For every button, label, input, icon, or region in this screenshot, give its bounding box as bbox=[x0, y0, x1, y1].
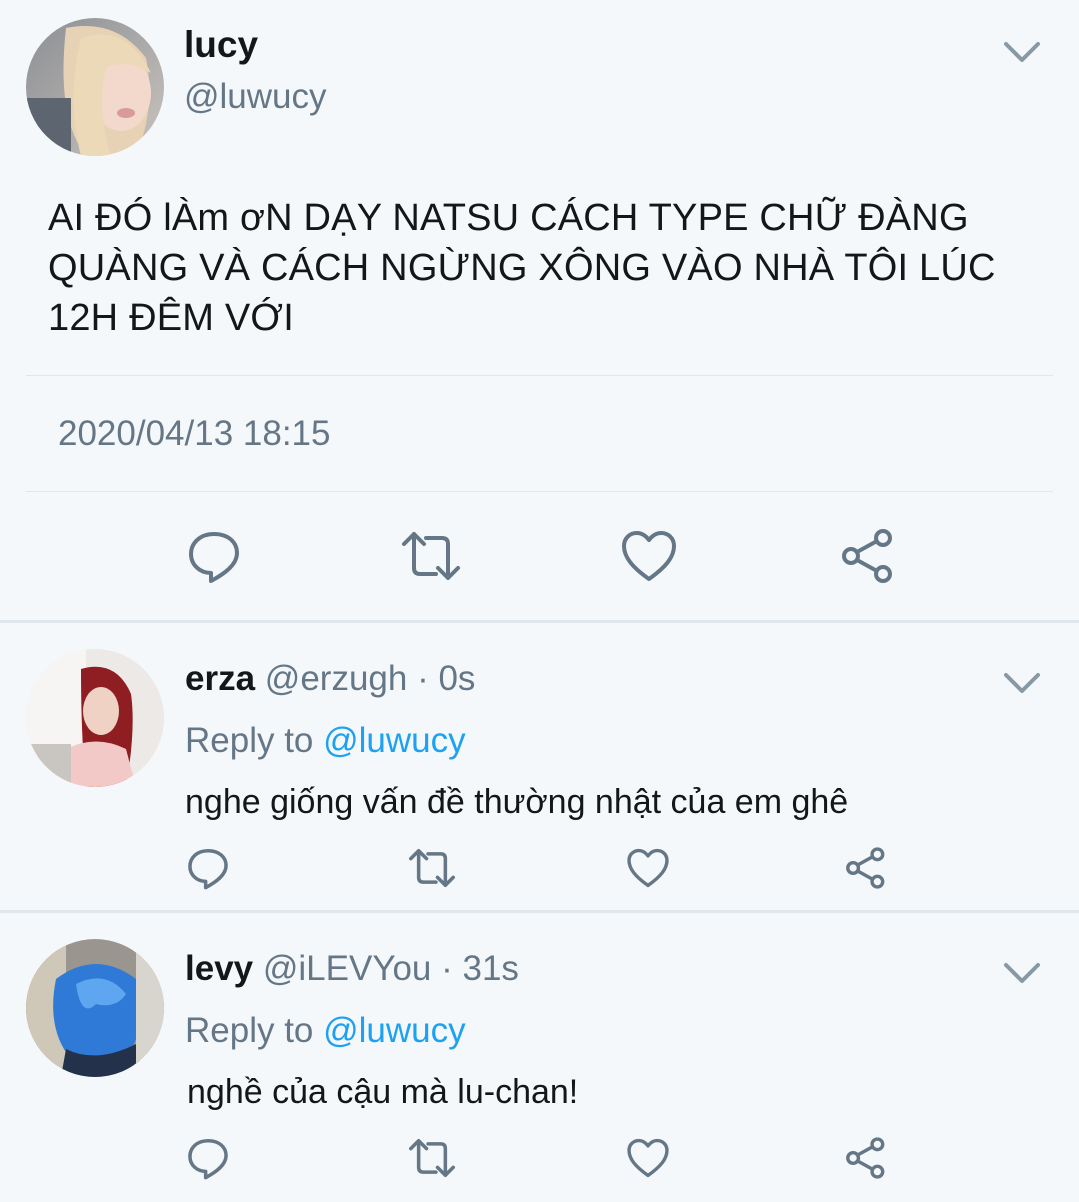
retweet-icon bbox=[402, 532, 460, 580]
reply-to-label: Reply to bbox=[185, 1011, 324, 1050]
reply-tweet[interactable]: erza @erzugh · 0s Reply to @luwucy nghe … bbox=[0, 623, 1079, 910]
reply-header: levy @iLEVYou · 31s bbox=[185, 949, 519, 989]
chevron-down-icon[interactable] bbox=[1002, 32, 1042, 72]
share-button[interactable] bbox=[842, 1135, 890, 1181]
timestamp[interactable]: 2020/04/13 18:15 bbox=[58, 414, 330, 454]
like-button[interactable] bbox=[624, 845, 672, 891]
chevron-down-icon[interactable] bbox=[1002, 663, 1042, 703]
display-name[interactable]: lucy bbox=[184, 24, 258, 66]
handle[interactable]: @erzugh bbox=[265, 659, 408, 698]
like-button[interactable] bbox=[624, 1135, 672, 1181]
heart-icon bbox=[622, 531, 676, 581]
handle[interactable]: @luwucy bbox=[184, 77, 327, 117]
main-tweet: lucy @luwucy AI ĐÓ lÀm ơN DẠY NATSU CÁCH… bbox=[0, 0, 1079, 620]
retweet-button[interactable] bbox=[404, 845, 460, 891]
avatar[interactable] bbox=[26, 649, 164, 787]
reply-tweet[interactable]: levy @iLEVYou · 31s Reply to @luwucy ngh… bbox=[0, 913, 1079, 1202]
retweet-button[interactable] bbox=[396, 526, 466, 586]
retweet-icon bbox=[409, 848, 455, 888]
reply-button[interactable] bbox=[184, 1135, 232, 1181]
share-icon bbox=[846, 1137, 885, 1179]
avatar[interactable] bbox=[26, 939, 164, 1077]
share-icon bbox=[846, 847, 885, 889]
divider bbox=[26, 375, 1053, 376]
reply-to-line: Reply to @luwucy bbox=[185, 721, 466, 761]
reply-text: nghe giống vấn đề thường nhật của em ghê bbox=[185, 783, 849, 821]
retweet-button[interactable] bbox=[404, 1135, 460, 1181]
chevron-down-icon[interactable] bbox=[1002, 953, 1042, 993]
retweet-icon bbox=[409, 1138, 455, 1178]
reply-button[interactable] bbox=[184, 845, 232, 891]
divider bbox=[26, 491, 1053, 492]
relative-time: · 0s bbox=[407, 659, 476, 698]
display-name[interactable]: levy bbox=[185, 949, 253, 988]
heart-icon bbox=[627, 848, 669, 888]
reply-to-line: Reply to @luwucy bbox=[185, 1011, 466, 1051]
reply-icon bbox=[188, 1138, 228, 1180]
relative-time: · 31s bbox=[431, 949, 519, 988]
share-icon bbox=[842, 529, 892, 583]
mention-link[interactable]: @luwucy bbox=[323, 721, 466, 760]
reply-button[interactable] bbox=[182, 526, 246, 586]
tweet-text: AI ĐÓ lÀm ơN DẠY NATSU CÁCH TYPE CHỮ ĐÀN… bbox=[48, 197, 996, 339]
like-button[interactable] bbox=[617, 526, 681, 586]
reply-header: erza @erzugh · 0s bbox=[185, 659, 475, 699]
handle[interactable]: @iLEVYou bbox=[263, 949, 432, 988]
reply-icon bbox=[188, 848, 228, 890]
reply-to-label: Reply to bbox=[185, 721, 324, 760]
reply-text: nghề của cậu mà lu-chan! bbox=[187, 1073, 579, 1111]
share-button[interactable] bbox=[836, 526, 900, 586]
display-name[interactable]: erza bbox=[185, 659, 255, 698]
reply-icon bbox=[189, 532, 239, 583]
heart-icon bbox=[627, 1138, 669, 1178]
share-button[interactable] bbox=[842, 845, 890, 891]
avatar[interactable] bbox=[26, 18, 164, 156]
mention-link[interactable]: @luwucy bbox=[323, 1011, 466, 1050]
